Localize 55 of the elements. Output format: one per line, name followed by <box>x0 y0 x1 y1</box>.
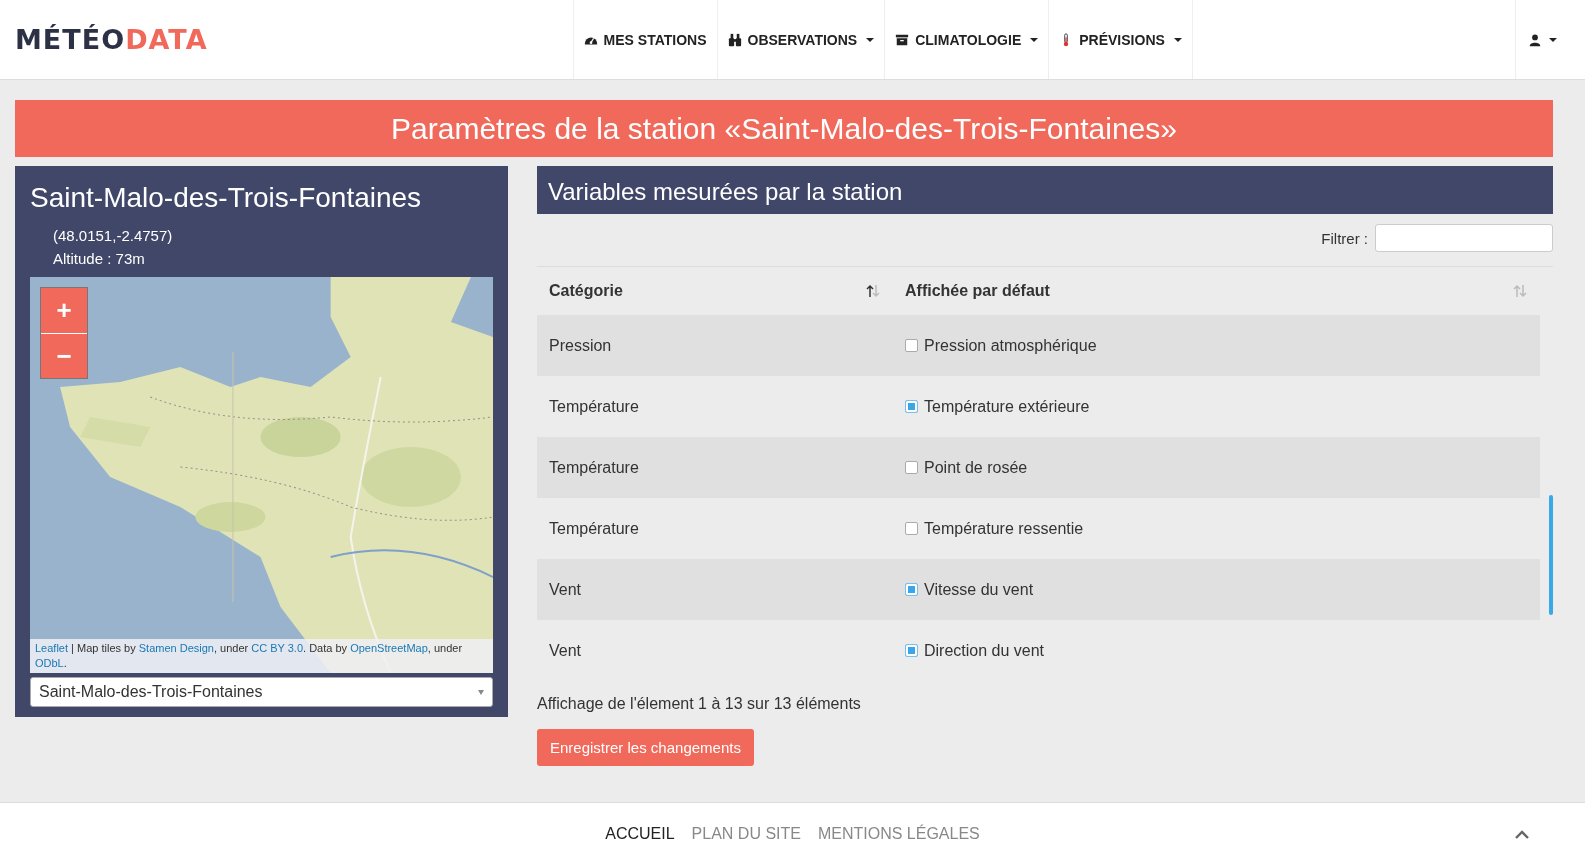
caret-icon <box>1030 37 1039 42</box>
binoculars-icon <box>727 32 742 47</box>
footer-link[interactable]: ACCUEIL <box>605 825 675 843</box>
table-cell-text: Vent <box>548 580 583 599</box>
attribution-link[interactable]: Stamen Design <box>138 642 214 654</box>
variable-label: Point de rosée <box>924 458 1028 477</box>
table-cell-text: Vent <box>548 641 583 660</box>
archive-icon <box>895 32 910 47</box>
scrollbar[interactable] <box>1549 495 1553 615</box>
filter-input[interactable] <box>1375 224 1553 252</box>
checkbox[interactable] <box>905 461 918 474</box>
attribution-link[interactable]: Leaflet <box>35 642 69 654</box>
variable-label: Température extérieure <box>924 397 1090 416</box>
nav-menu-item[interactable]: PRÉVISIONS <box>1049 0 1193 79</box>
page-title-banner: Paramètres de la station «Saint-Malo-des-Trois-Fontaines» <box>15 100 1553 157</box>
table-cell-text: Pression <box>548 336 613 355</box>
checkbox[interactable] <box>905 644 918 657</box>
table-cell-text: Température <box>548 458 640 477</box>
section-title-bar: Variables mesurées par la station <box>537 166 1553 214</box>
attribution-link[interactable]: OpenStreetMap <box>350 642 428 654</box>
station-altitude: Altitude : 73m <box>52 249 146 269</box>
variable-label: Température ressentie <box>924 519 1084 538</box>
scroll-top-icon[interactable] <box>1514 829 1530 839</box>
footer-link[interactable]: PLAN DU SITE <box>691 825 801 843</box>
station-name: Saint-Malo-des-Trois-Fontaines <box>30 182 423 214</box>
caret-icon <box>1173 37 1182 42</box>
user-icon <box>1528 32 1542 47</box>
table-cell-text: Température <box>548 397 640 416</box>
checkbox[interactable] <box>905 583 918 596</box>
column-header[interactable]: Affichée par défaut <box>893 282 1540 300</box>
map-attribution: Leaflet | Map tiles by Stamen Design, under CC BY 3.0. Data by OpenStreetMap, under ODbL. <box>30 639 493 673</box>
variable-label: Vitesse du vent <box>924 580 1034 599</box>
station-coordinates: (48.0151,-2.4757) <box>52 226 174 246</box>
table-info: Affichage de l'élement 1 à 13 sur 13 éléments <box>537 695 862 713</box>
checkbox[interactable] <box>905 339 918 352</box>
nav-menu-item[interactable]: OBSERVATIONS <box>717 0 886 79</box>
attribution-link[interactable]: ODbL <box>35 657 64 669</box>
column-header[interactable]: Catégorie <box>537 282 893 300</box>
zoom-in-button[interactable]: + <box>41 288 87 333</box>
checkbox[interactable] <box>905 522 918 535</box>
filter-label: Filtrer : <box>1321 229 1368 247</box>
caret-icon <box>478 689 484 695</box>
checkbox[interactable] <box>905 400 918 413</box>
caret-icon <box>1549 37 1557 42</box>
table-cell-text: Température <box>548 519 640 538</box>
variable-label: Direction du vent <box>924 641 1045 660</box>
zoom-out-button[interactable]: − <box>41 333 87 378</box>
footer-link[interactable]: MENTIONS LÉGALES <box>817 825 980 843</box>
nav-menu-item[interactable]: MES STATIONS <box>573 0 718 79</box>
caret-icon <box>866 37 875 42</box>
nav-menu-item[interactable]: CLIMATOLOGIE <box>885 0 1050 79</box>
station-select[interactable]: Saint-Malo-des-Trois-Fontaines <box>30 677 493 707</box>
site-logo[interactable]: MÉTÉODATA <box>15 24 208 55</box>
variable-label: Pression atmosphérique <box>924 336 1097 355</box>
save-button[interactable]: Enregistrer les changements <box>537 729 754 766</box>
